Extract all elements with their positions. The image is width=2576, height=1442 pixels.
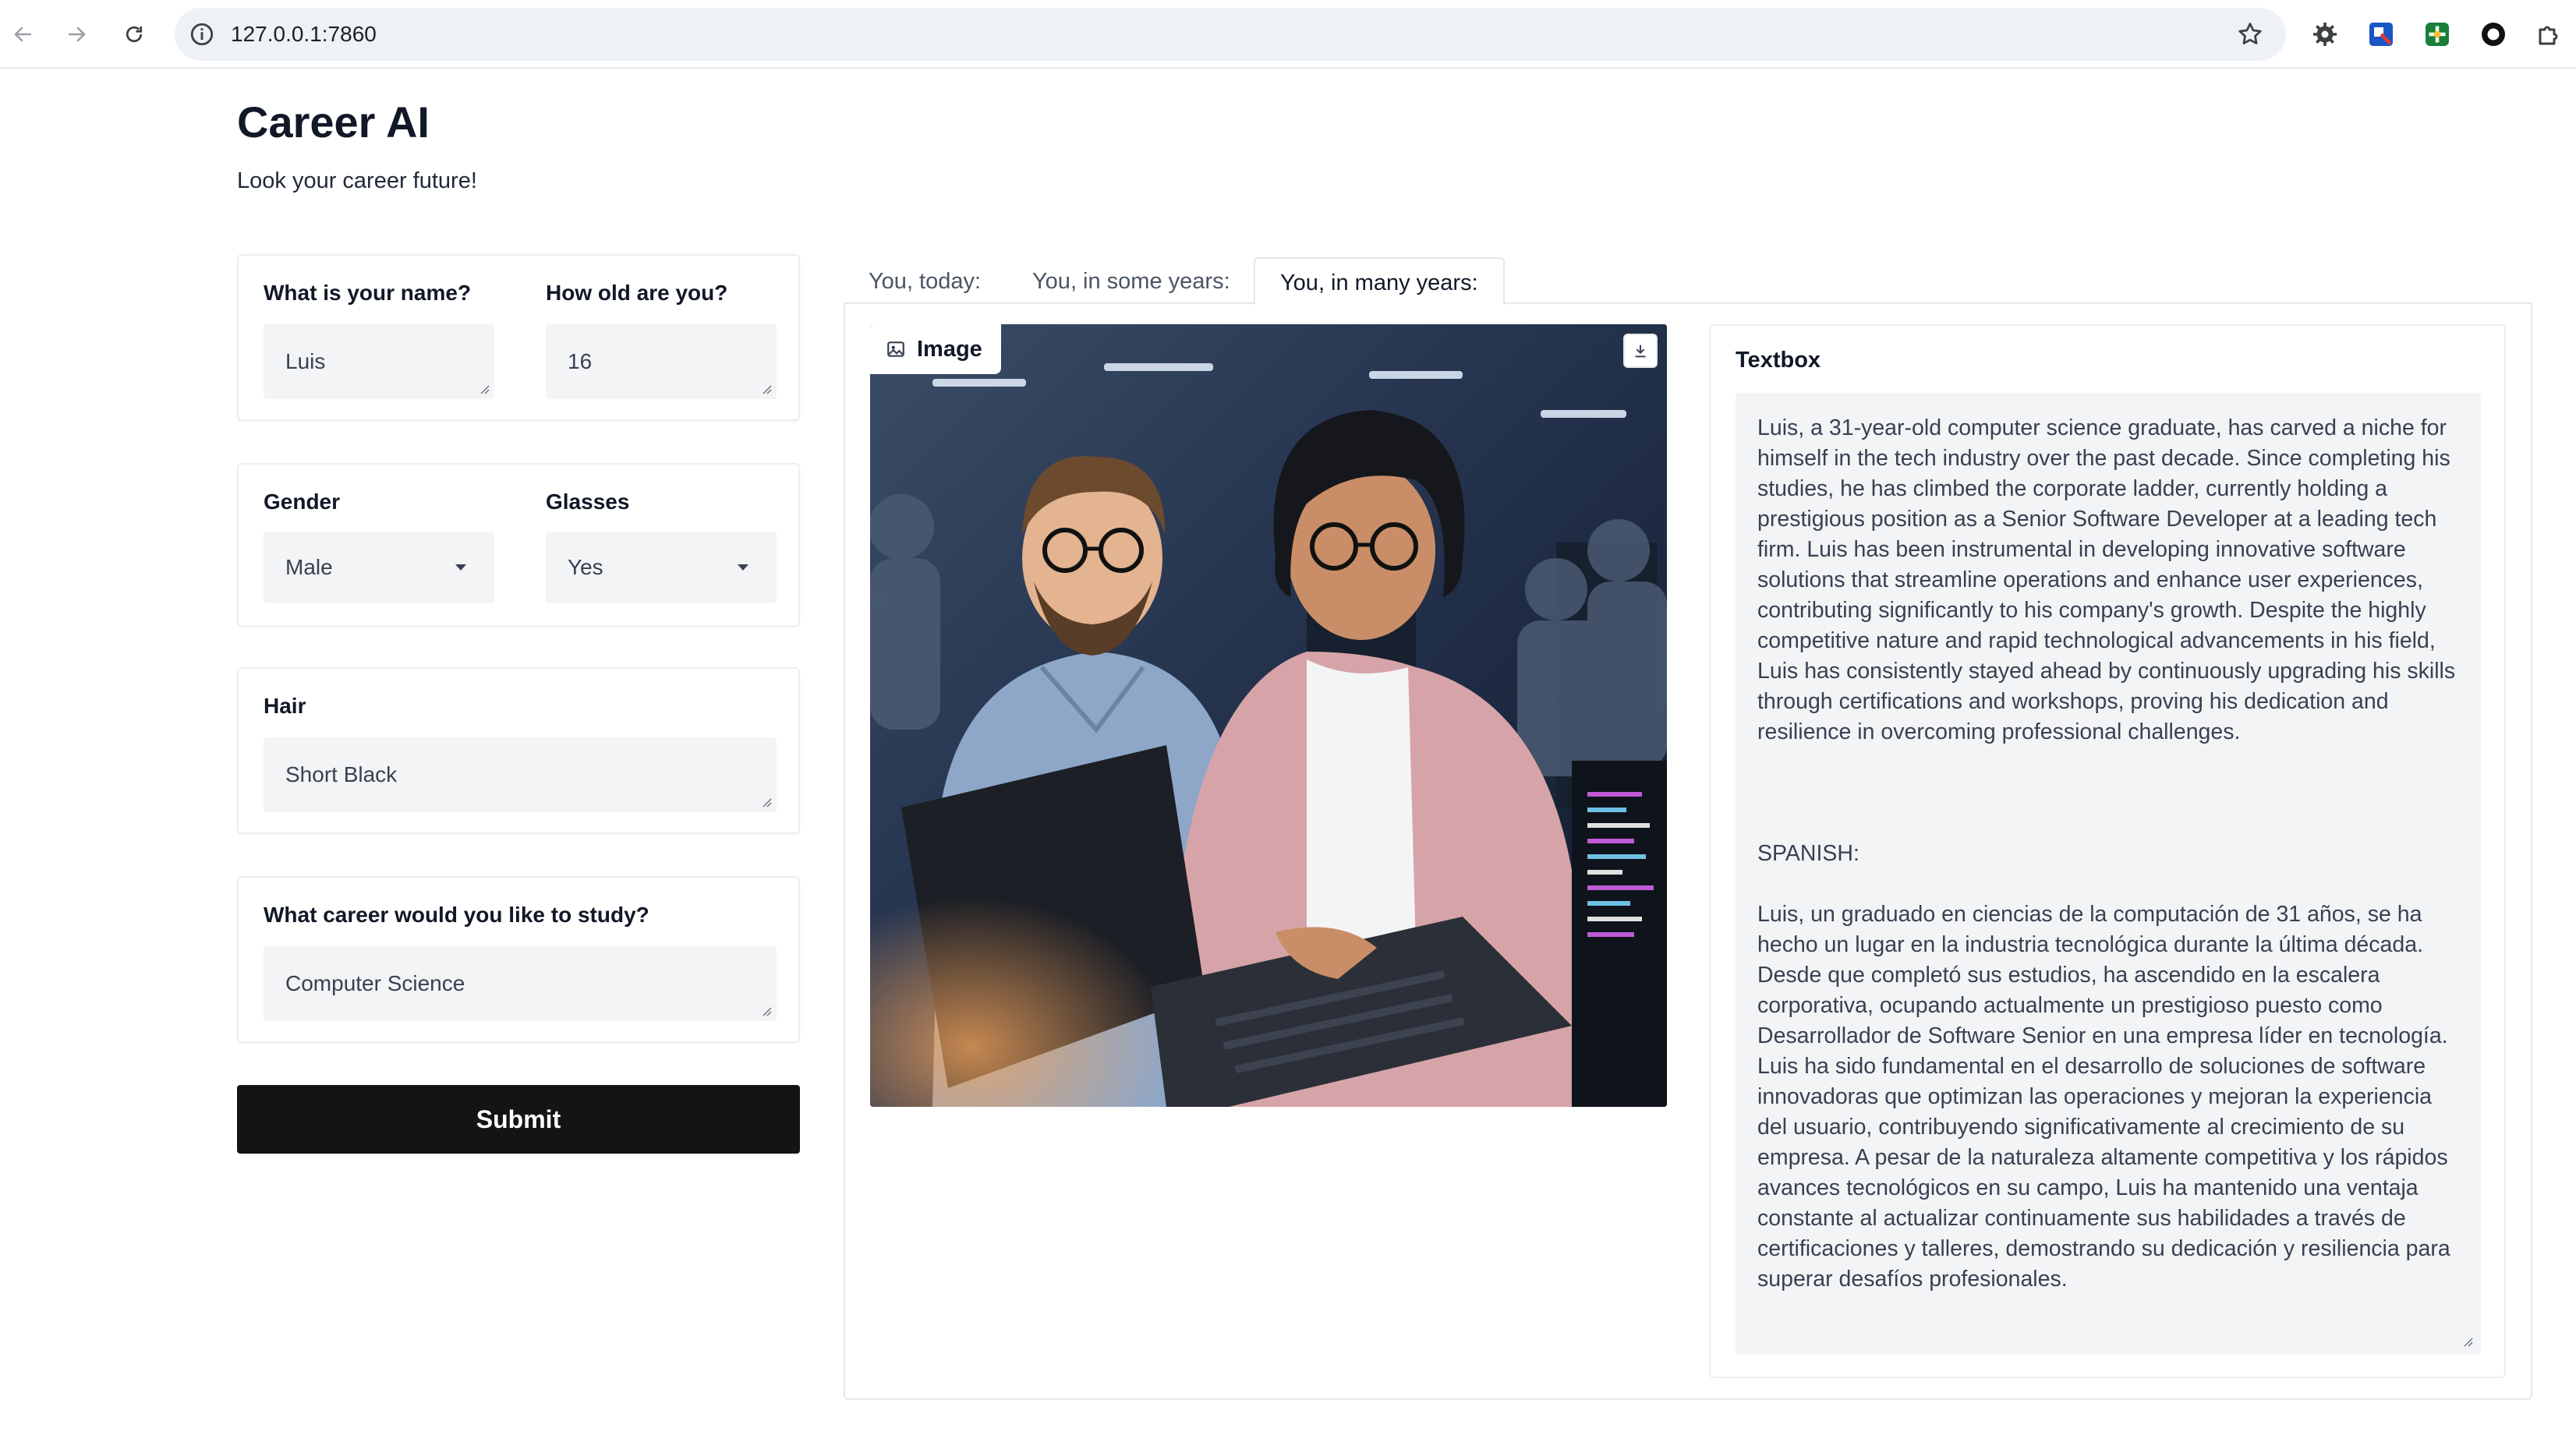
age-value: 16 bbox=[568, 349, 593, 373]
settings-gear-icon[interactable] bbox=[2309, 19, 2341, 50]
info-icon[interactable] bbox=[189, 21, 215, 48]
resize-handle-icon[interactable] bbox=[759, 795, 772, 808]
output-textarea[interactable]: Luis, a 31-year-old computer science gra… bbox=[1736, 393, 2481, 1355]
hair-value: Short Black bbox=[285, 762, 398, 786]
url-text: 127.0.0.1:7860 bbox=[231, 22, 377, 46]
textbox-card: Textbox Luis, a 31-year-old computer sci… bbox=[1709, 324, 2506, 1378]
hair-label: Hair bbox=[264, 694, 306, 718]
address-bar[interactable]: 127.0.0.1:7860 bbox=[175, 8, 2286, 61]
tab-today[interactable]: You, today: bbox=[844, 257, 1006, 306]
hair-card: Hair Short Black bbox=[237, 667, 800, 834]
extension-green-icon[interactable] bbox=[2422, 19, 2453, 50]
career-label: What career would you like to study? bbox=[264, 903, 649, 927]
office-scene-illustration bbox=[870, 324, 1667, 1107]
career-input[interactable]: Computer Science bbox=[264, 946, 777, 1021]
glasses-value: Yes bbox=[568, 555, 603, 579]
resize-handle-icon[interactable] bbox=[477, 382, 490, 394]
age-label: How old are you? bbox=[546, 281, 728, 305]
name-label: What is your name? bbox=[264, 281, 472, 305]
reload-icon[interactable] bbox=[117, 17, 151, 51]
textbox-label: Textbox bbox=[1736, 348, 1821, 373]
extension-circle-icon[interactable] bbox=[2478, 19, 2509, 50]
gender-label: Gender bbox=[264, 490, 341, 514]
image-icon bbox=[887, 341, 904, 357]
hair-input[interactable]: Short Black bbox=[264, 737, 777, 812]
name-age-card: What is your name? Luis How old are you?… bbox=[237, 254, 800, 421]
tab-many-years[interactable]: You, in many years: bbox=[1254, 257, 1505, 306]
forward-arrow-icon[interactable] bbox=[59, 17, 94, 51]
tab-some-years[interactable]: You, in some years: bbox=[1007, 257, 1255, 306]
career-card: What career would you like to study? Com… bbox=[237, 876, 800, 1043]
star-icon[interactable] bbox=[2236, 20, 2264, 48]
glasses-label: Glasses bbox=[546, 490, 630, 514]
browser-toolbar: 127.0.0.1:7860 bbox=[0, 0, 2576, 69]
image-label: Image bbox=[870, 324, 1001, 374]
name-value: Luis bbox=[285, 349, 326, 373]
chevron-down-icon bbox=[738, 564, 748, 571]
career-value: Computer Science bbox=[285, 971, 465, 995]
resize-handle-icon[interactable] bbox=[759, 382, 772, 394]
gender-dropdown[interactable]: Male bbox=[264, 532, 494, 603]
gender-glasses-card: Gender Male Glasses Yes bbox=[237, 463, 800, 627]
page-title: Career AI bbox=[237, 97, 430, 147]
back-arrow-icon[interactable] bbox=[6, 17, 41, 51]
gender-value: Male bbox=[285, 555, 333, 579]
download-button[interactable] bbox=[1623, 334, 1658, 368]
page-subtitle: Look your career future! bbox=[237, 168, 477, 193]
submit-button[interactable]: Submit bbox=[237, 1085, 800, 1154]
download-icon bbox=[1635, 345, 1646, 358]
puzzle-icon[interactable] bbox=[2534, 19, 2565, 50]
glasses-dropdown[interactable]: Yes bbox=[546, 532, 777, 603]
generated-image: Image bbox=[870, 324, 1667, 1107]
name-input[interactable]: Luis bbox=[264, 324, 494, 399]
chevron-down-icon bbox=[455, 564, 466, 571]
resize-handle-icon[interactable] bbox=[2461, 1334, 2473, 1347]
extension-blue-icon[interactable] bbox=[2365, 19, 2397, 50]
resize-handle-icon[interactable] bbox=[759, 1004, 772, 1016]
age-input[interactable]: 16 bbox=[546, 324, 777, 399]
